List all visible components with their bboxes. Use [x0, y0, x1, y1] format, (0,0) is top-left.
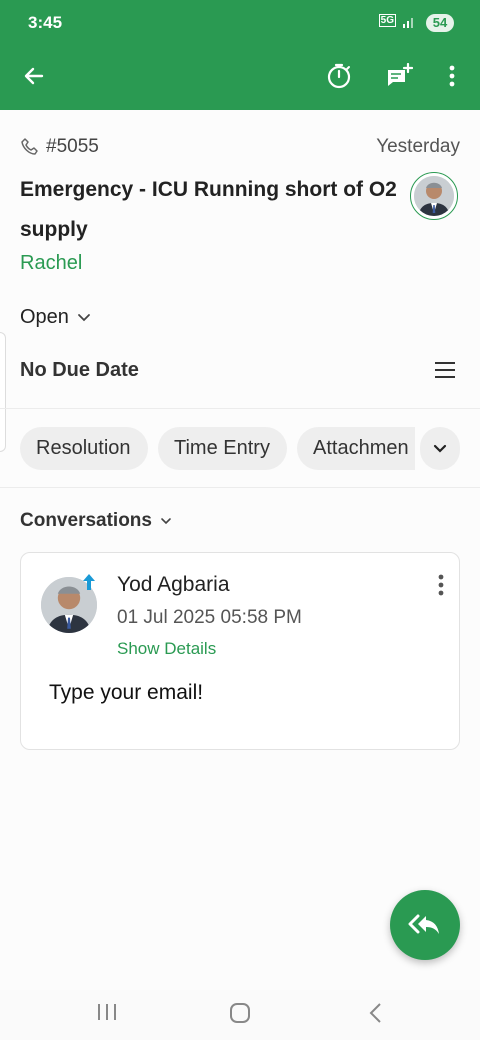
more-vertical-icon[interactable] [438, 62, 466, 90]
chip-time-entry[interactable]: Time Entry [158, 427, 287, 470]
chevron-down-icon [161, 517, 171, 524]
sender-name: Yod Agbaria [117, 573, 230, 596]
chip-attachments[interactable]: Attachmen [297, 427, 415, 470]
chevron-down-icon [78, 313, 90, 321]
menu-lines-icon[interactable] [434, 360, 456, 380]
conversation-card[interactable]: Yod Agbaria 01 Jul 2025 05:58 PM Show De… [20, 552, 460, 750]
show-details-link[interactable]: Show Details [117, 639, 216, 659]
chevron-down-icon [433, 444, 447, 453]
battery-icon: 54 [426, 14, 454, 32]
conversations-label: Conversations [20, 510, 152, 531]
back-icon[interactable] [366, 1002, 384, 1024]
more-vertical-icon[interactable] [437, 573, 445, 597]
status-dropdown[interactable]: Open [20, 306, 91, 329]
system-nav-bar [0, 990, 480, 1040]
phone-icon [21, 138, 38, 155]
network-icon: 5G [378, 14, 396, 27]
chips-expand-button[interactable] [420, 427, 460, 470]
app-bar [0, 42, 480, 110]
reply-all-button[interactable] [390, 890, 460, 960]
timer-icon[interactable] [325, 62, 353, 90]
recent-apps-icon[interactable] [96, 1002, 118, 1022]
add-comment-icon[interactable] [385, 62, 413, 90]
message-datetime: 01 Jul 2025 05:58 PM [117, 607, 302, 628]
outgoing-arrow-icon [83, 574, 95, 590]
contact-name[interactable]: Rachel [20, 252, 82, 275]
side-drawer-handle[interactable] [0, 332, 6, 452]
due-date[interactable]: No Due Date [20, 359, 139, 382]
ticket-detail: #5055 Yesterday Emergency - ICU Running … [0, 110, 480, 990]
ticket-number: #5055 [20, 136, 99, 158]
status-bar: 3:45 5G 54 [0, 0, 480, 42]
divider [0, 408, 480, 409]
back-arrow-icon[interactable] [20, 62, 48, 90]
signal-icon [403, 18, 413, 28]
home-icon[interactable] [229, 1002, 251, 1024]
ticket-date: Yesterday [376, 136, 460, 157]
conversations-header[interactable]: Conversations [20, 510, 172, 532]
agent-avatar[interactable] [410, 172, 458, 220]
message-body: Type your email! [49, 681, 204, 704]
status-time: 3:45 [28, 13, 63, 32]
ticket-number-text: #5055 [46, 136, 99, 157]
divider [0, 487, 480, 488]
ticket-subject: Emergency - ICU Running short of O2 supp… [20, 178, 397, 241]
status-label: Open [20, 306, 69, 328]
chip-resolution[interactable]: Resolution [20, 427, 148, 470]
chip-row: Resolution Time Entry Attachmen [20, 427, 460, 471]
reply-all-icon [408, 914, 439, 934]
